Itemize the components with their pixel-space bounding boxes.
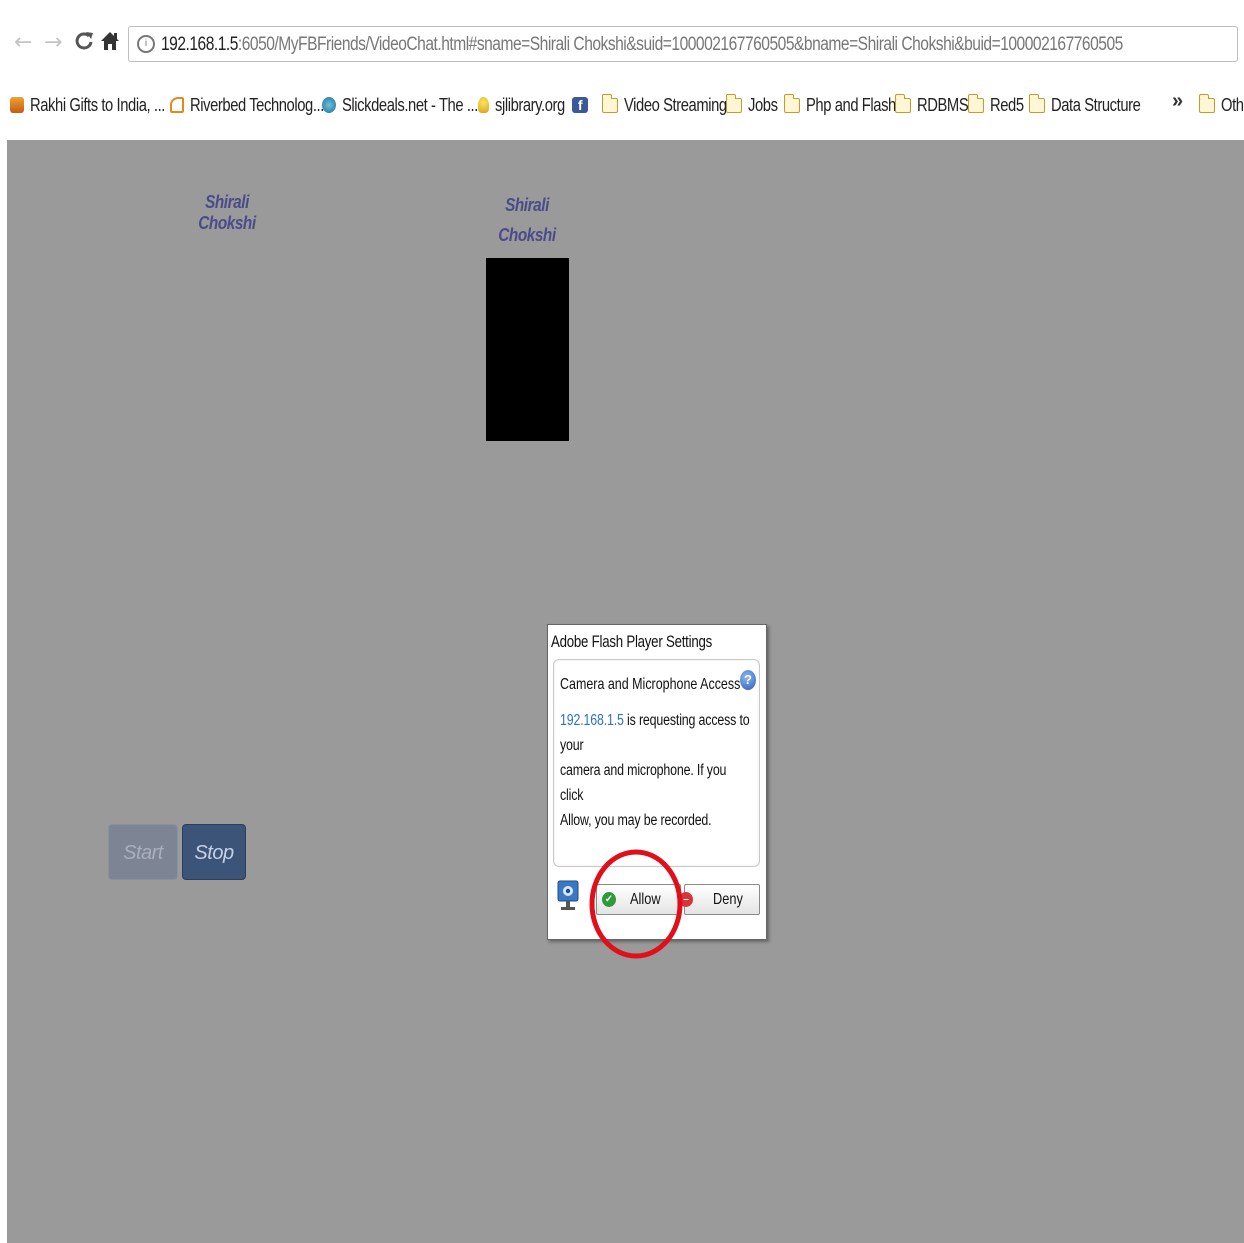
buddy-name-label: Shirali Chokshi xyxy=(498,195,556,245)
bookmarks-bar: Rakhi Gifts to India, ... Riverbed Techn… xyxy=(0,88,1244,122)
bookmark-label: Php and Flash xyxy=(806,94,896,115)
message-line-3: Allow, you may be recorded. xyxy=(560,812,712,829)
flash-settings-dialog: Adobe Flash Player Settings Camera and M… xyxy=(547,624,767,940)
help-icon[interactable]: ? xyxy=(740,670,756,690)
bookmark-folder-data-structure[interactable]: Data Structure xyxy=(1028,93,1160,116)
bulb-icon xyxy=(478,97,489,113)
allow-label: Allow xyxy=(630,890,661,908)
home-icon[interactable] xyxy=(100,30,120,59)
bookmark-rakhi-gifts[interactable]: Rakhi Gifts to India, ... xyxy=(10,94,195,116)
allow-button[interactable]: ✓ Allow xyxy=(596,884,681,915)
requester-host: 192.168.1.5 xyxy=(560,712,624,729)
panel-heading: Camera and Microphone Access xyxy=(560,676,741,693)
riverbed-icon xyxy=(170,97,184,113)
block-icon: – xyxy=(679,892,693,907)
deny-label: Deny xyxy=(713,890,743,908)
access-panel: Camera and Microphone Access ? 192.168.1… xyxy=(553,659,760,867)
folder-icon xyxy=(783,93,800,113)
slickdeals-icon xyxy=(322,97,336,113)
bookmark-label: Riverbed Technolog... xyxy=(190,94,324,115)
address-host: 192.168.1.5 xyxy=(161,34,238,55)
bookmark-label: Oth xyxy=(1221,94,1244,115)
bookmark-label: Video Streaming xyxy=(624,94,727,115)
privacy-settings-icon[interactable] xyxy=(557,879,579,913)
bookmark-sjlibrary[interactable]: sjlibrary.org xyxy=(478,94,580,116)
folder-icon xyxy=(894,93,911,113)
bookmark-label: Jobs xyxy=(748,94,778,115)
bookmark-label: sjlibrary.org xyxy=(495,94,565,115)
bookmark-folder-rdbms[interactable]: RDBMS xyxy=(894,93,980,116)
gift-icon xyxy=(10,97,24,113)
self-name-label: Shirali Chokshi xyxy=(198,192,256,233)
address-url[interactable]: 192.168.1.5:6050/MyFBFriends/VideoChat.h… xyxy=(161,33,1123,57)
bookmark-folder-red5[interactable]: Red5 xyxy=(967,93,1031,116)
bookmark-label: Slickdeals.net - The ... xyxy=(342,94,478,115)
page-info-icon[interactable]: i xyxy=(137,35,155,53)
bookmark-folder-other[interactable]: Oth xyxy=(1198,93,1244,116)
reload-icon[interactable] xyxy=(74,30,94,59)
facebook-icon: f xyxy=(572,97,588,113)
check-icon: ✓ xyxy=(602,892,616,907)
bookmark-label: Red5 xyxy=(990,94,1024,115)
access-request-message: 192.168.1.5 is requesting access to your… xyxy=(560,708,752,833)
house-icon xyxy=(101,32,119,50)
forward-arrow-icon[interactable]: → xyxy=(44,30,62,56)
folder-icon xyxy=(1198,93,1215,113)
address-bar[interactable]: i 192.168.1.5:6050/MyFBFriends/VideoChat… xyxy=(128,26,1238,62)
bookmark-label: Data Structure xyxy=(1051,94,1141,115)
folder-icon xyxy=(601,93,618,113)
bookmarks-overflow-chevron-icon[interactable]: » xyxy=(1172,90,1183,113)
video-preview xyxy=(486,258,569,441)
bookmark-facebook[interactable]: f xyxy=(572,94,594,116)
folder-icon xyxy=(967,93,984,113)
bookmark-folder-jobs[interactable]: Jobs xyxy=(725,93,784,116)
stop-button[interactable]: Stop xyxy=(182,824,246,880)
browser-toolbar: ← → i 192.168.1.5:6050/MyFBFriends/Video… xyxy=(0,0,1244,88)
folder-icon xyxy=(725,93,742,113)
deny-button[interactable]: – Deny xyxy=(679,884,760,915)
bookmark-label: RDBMS xyxy=(917,94,969,115)
back-arrow-icon[interactable]: ← xyxy=(14,30,32,56)
folder-icon xyxy=(1028,93,1045,113)
reload-arrow-icon xyxy=(75,32,93,50)
dialog-title: Adobe Flash Player Settings xyxy=(551,632,713,651)
message-line-2: camera and microphone. If you click xyxy=(560,762,727,804)
bookmark-label: Rakhi Gifts to India, ... xyxy=(30,94,165,115)
start-button[interactable]: Start xyxy=(108,824,178,880)
address-path: :6050/MyFBFriends/VideoChat.html#sname=S… xyxy=(237,34,1123,55)
